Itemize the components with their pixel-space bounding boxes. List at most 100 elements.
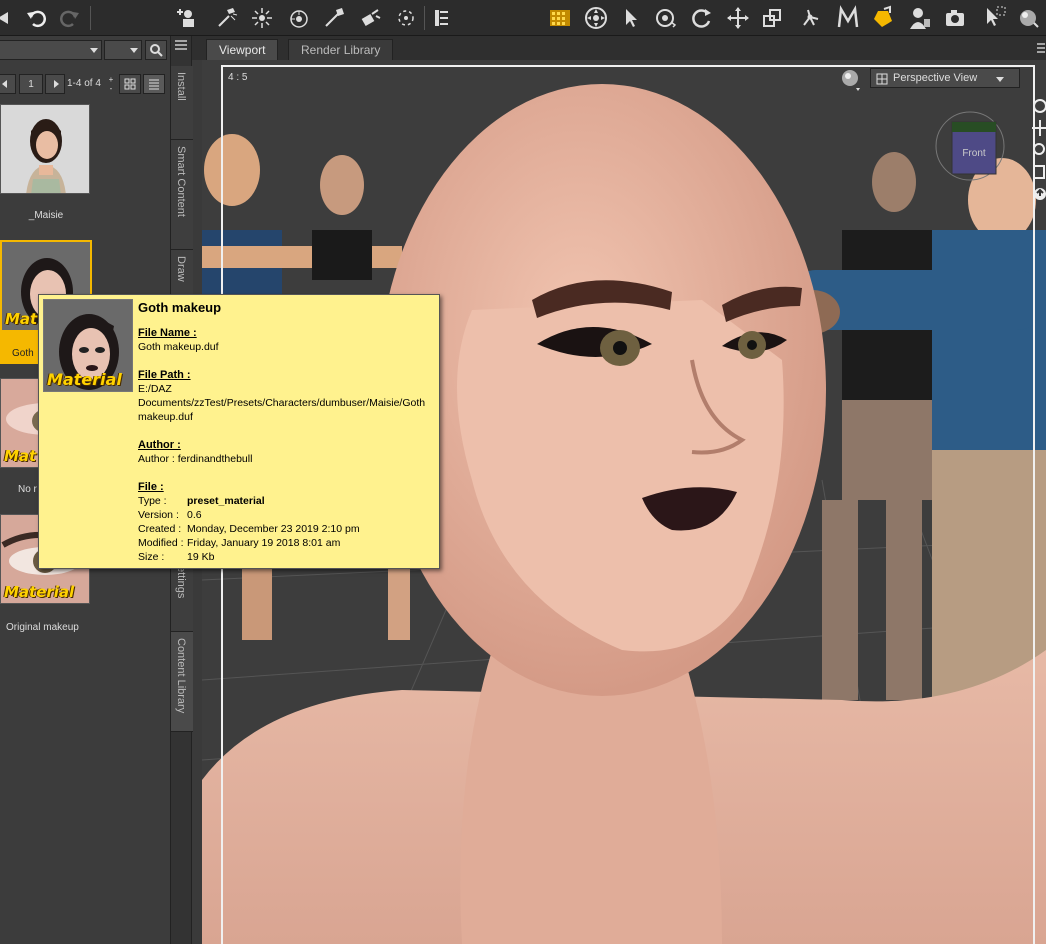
camera-view-dropdown[interactable]: Perspective View bbox=[870, 68, 1020, 88]
redo-icon[interactable] bbox=[56, 4, 84, 32]
version-value: 0.6 bbox=[187, 509, 202, 521]
item-label: _Maisie bbox=[28, 210, 64, 221]
filter-row bbox=[0, 40, 170, 62]
tab-label: Smart Content bbox=[175, 146, 187, 217]
panel-menu-icon[interactable] bbox=[174, 38, 188, 52]
version-key: Version : bbox=[138, 509, 179, 521]
prev-page-button[interactable] bbox=[0, 74, 16, 94]
view-label: Perspective View bbox=[893, 72, 978, 84]
modified-key: Modified : bbox=[138, 537, 184, 549]
tab-viewport[interactable]: Viewport bbox=[206, 39, 279, 60]
icon-size-stepper[interactable]: + - bbox=[106, 75, 116, 95]
tab-label: Content Library bbox=[175, 638, 187, 714]
chevron-down-icon bbox=[996, 77, 1004, 82]
node-select-icon[interactable] bbox=[392, 4, 420, 32]
layout-icon[interactable] bbox=[428, 4, 456, 32]
render-icon[interactable] bbox=[942, 4, 970, 32]
sort-dropdown[interactable] bbox=[104, 40, 142, 60]
category-dropdown[interactable] bbox=[0, 40, 102, 60]
list-view-button[interactable] bbox=[143, 74, 165, 94]
file-path-line: E:/DAZ bbox=[138, 383, 172, 395]
arrow-icon[interactable] bbox=[0, 4, 18, 32]
item-tooltip: Material Goth makeup File Name : Goth ma… bbox=[38, 294, 440, 569]
material-badge: Material bbox=[47, 370, 122, 389]
material-badge: Mat bbox=[5, 310, 38, 328]
figure-icon[interactable] bbox=[906, 4, 934, 32]
type-key: Type : bbox=[138, 495, 167, 507]
spot-render-icon[interactable] bbox=[980, 4, 1008, 32]
created-value: Monday, December 23 2019 2:10 pm bbox=[187, 523, 360, 535]
size-value: 19 Kb bbox=[187, 551, 215, 563]
file-header: File : bbox=[138, 481, 164, 493]
modified-value: Friday, January 19 2018 8:01 am bbox=[187, 537, 341, 549]
dolly-icon[interactable] bbox=[1030, 162, 1046, 184]
tab-render-library[interactable]: Render Library bbox=[288, 39, 394, 60]
tab-label: Draw bbox=[175, 256, 187, 282]
sphere-icon[interactable] bbox=[1015, 4, 1043, 32]
file-name-header: File Name : bbox=[138, 327, 197, 339]
undo-icon[interactable] bbox=[22, 4, 50, 32]
grid-icon[interactable] bbox=[546, 4, 574, 32]
tooltip-title: Goth makeup bbox=[138, 300, 222, 315]
icon-view-button[interactable] bbox=[119, 74, 141, 94]
author-header: Author : bbox=[138, 439, 181, 451]
view-icon bbox=[876, 73, 888, 85]
spotlight-icon[interactable] bbox=[213, 4, 241, 32]
file-name-value: Goth makeup.duf bbox=[138, 341, 219, 353]
material-badge: Mat bbox=[4, 447, 37, 465]
aspect-ratio-label: 4 : 5 bbox=[228, 72, 248, 83]
morph-icon[interactable] bbox=[834, 4, 862, 32]
search-icon bbox=[150, 44, 163, 57]
view-cube-label[interactable]: Front bbox=[962, 148, 986, 159]
page-number-field[interactable]: 1 bbox=[19, 74, 43, 94]
draw-style-icon[interactable] bbox=[840, 68, 862, 91]
panel-menu-icon[interactable] bbox=[1036, 36, 1046, 60]
surface-tool-icon[interactable] bbox=[869, 4, 897, 32]
search-button[interactable] bbox=[145, 40, 167, 60]
camera-sphere-icon[interactable] bbox=[285, 4, 313, 32]
page-range-label: 1-4 of 4 bbox=[67, 78, 101, 89]
grid-view-icon bbox=[124, 78, 136, 90]
tab-label: Install bbox=[175, 72, 187, 101]
viewport-controls bbox=[1030, 96, 1046, 216]
pager: 1 1-4 of 4 + - bbox=[0, 74, 170, 96]
translate-icon[interactable] bbox=[724, 4, 752, 32]
rotate-icon[interactable] bbox=[688, 4, 716, 32]
character-thumbnail bbox=[0, 104, 90, 194]
zoom-icon[interactable] bbox=[1030, 140, 1046, 162]
type-value: preset_material bbox=[187, 495, 265, 507]
tooltip-thumbnail: Material bbox=[43, 299, 133, 392]
daz-studio-window: 1 1-4 of 4 + - _Maisie Mat Goth Mat No r… bbox=[0, 0, 1046, 944]
size-key: Size : bbox=[138, 551, 165, 563]
universal-tool-icon[interactable] bbox=[582, 4, 610, 32]
tab-install[interactable]: Install bbox=[171, 66, 193, 140]
tab-draw[interactable]: Draw bbox=[171, 250, 193, 300]
joint-editor-icon[interactable] bbox=[797, 4, 825, 32]
orbit-icon[interactable] bbox=[1030, 96, 1046, 118]
viewport-tab-bar: Viewport Render Library bbox=[192, 36, 1046, 60]
list-item[interactable]: _Maisie bbox=[0, 104, 92, 228]
pointer-icon[interactable] bbox=[617, 4, 645, 32]
next-page-button[interactable] bbox=[45, 74, 65, 94]
file-path-header: File Path : bbox=[138, 369, 191, 381]
pan-icon[interactable] bbox=[1030, 118, 1046, 140]
main-toolbar bbox=[0, 0, 1046, 36]
arrow-right-icon bbox=[54, 80, 59, 88]
tab-smart-content[interactable]: Smart Content bbox=[171, 140, 193, 250]
tab-label: ettings bbox=[175, 566, 187, 599]
list-view-icon bbox=[149, 79, 159, 90]
light-icon[interactable] bbox=[248, 4, 276, 32]
file-path-line: makeup.duf bbox=[138, 411, 193, 423]
frame-icon[interactable] bbox=[1030, 184, 1046, 206]
add-figure-icon[interactable] bbox=[172, 4, 200, 32]
rotate-camera-icon[interactable] bbox=[652, 4, 680, 32]
file-path-line: Documents/zzTest/Presets/Characters/dumb… bbox=[138, 397, 426, 409]
item-label: Original makeup bbox=[6, 622, 79, 633]
tab-content-library[interactable]: Content Library bbox=[171, 632, 193, 732]
material-badge: Material bbox=[4, 583, 75, 601]
wand-icon[interactable] bbox=[320, 4, 348, 32]
scale-icon[interactable] bbox=[759, 4, 787, 32]
pose-icon[interactable] bbox=[356, 4, 384, 32]
arrow-left-icon bbox=[2, 80, 7, 88]
created-key: Created : bbox=[138, 523, 182, 535]
